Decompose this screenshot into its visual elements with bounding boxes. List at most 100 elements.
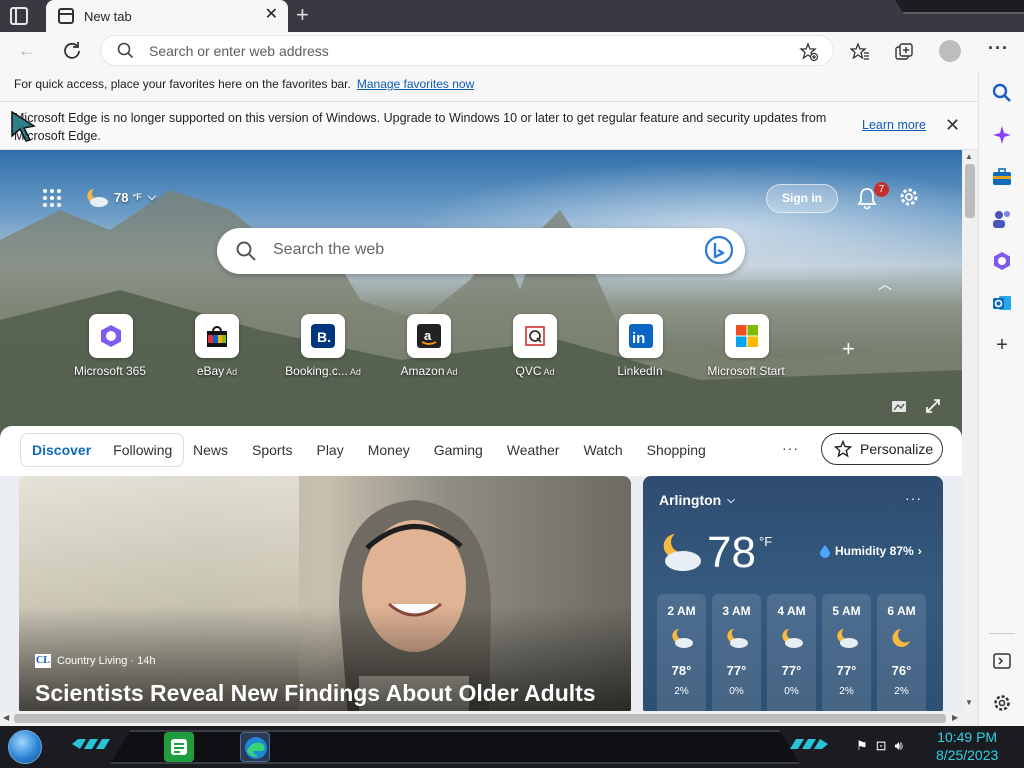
feed-link-sports[interactable]: Sports <box>252 442 292 458</box>
forecast-precip: 2% <box>674 686 689 697</box>
forecast-time: 2 AM <box>667 604 696 618</box>
quick-link-microsoft-start[interactable]: Microsoft Start <box>697 314 797 378</box>
humidity-drop-icon <box>820 545 830 558</box>
sidebar-settings-icon[interactable] <box>991 692 1013 714</box>
quick-link-microsoft-365[interactable]: Microsoft 365 <box>61 314 161 378</box>
close-tab-icon[interactable]: ✕ <box>265 7 278 23</box>
expand-image-icon[interactable] <box>925 398 941 414</box>
weather-chip[interactable]: 78 °F ⌵ <box>84 186 156 208</box>
web-search-input[interactable] <box>273 241 673 259</box>
settings-more-icon[interactable]: ··· <box>988 38 1009 59</box>
quick-link-label: Microsoft Start <box>707 364 785 378</box>
feed-link-shopping[interactable]: Shopping <box>647 442 706 458</box>
search-icon <box>117 42 134 59</box>
hourly-forecast: 2 AM 78° 2% 3 AM 77° 0% 4 AM 77° 0% 5 AM… <box>657 594 926 711</box>
edge-taskbar-icon[interactable] <box>240 732 270 762</box>
hourly-forecast-item[interactable]: 4 AM 77° 0% <box>767 594 816 711</box>
favorites-icon[interactable] <box>850 42 870 62</box>
horizontal-scroll-thumb[interactable] <box>14 714 946 723</box>
tab-following[interactable]: Following <box>102 442 183 458</box>
feed-link-watch[interactable]: Watch <box>583 442 622 458</box>
vertical-scroll-thumb[interactable] <box>965 164 975 218</box>
featured-article-card[interactable]: CL Country Living · 14h Scientists Revea… <box>19 476 631 711</box>
feed-link-money[interactable]: Money <box>368 442 410 458</box>
add-quick-link-button[interactable]: + <box>842 338 855 360</box>
weather-humidity[interactable]: Humidity 87% › <box>819 544 922 558</box>
hourly-forecast-item[interactable]: 3 AM 77° 0% <box>712 594 761 711</box>
personalize-button[interactable]: Personalize <box>821 433 943 465</box>
notification-count-badge: 7 <box>874 182 889 197</box>
image-info-icon[interactable] <box>891 398 907 414</box>
copilot-sparkle-icon[interactable] <box>991 124 1013 146</box>
tab-title: New tab <box>84 9 132 24</box>
amazon-logo-icon: a <box>417 324 441 348</box>
back-icon[interactable]: ← <box>18 40 36 61</box>
feed-link-weather[interactable]: Weather <box>507 442 560 458</box>
sign-in-button[interactable]: Sign in <box>766 184 838 213</box>
chevron-up-icon[interactable]: ︿ <box>878 274 892 294</box>
horizontal-scrollbar[interactable]: ◀ ▶ <box>0 711 978 726</box>
refresh-icon[interactable] <box>62 40 82 60</box>
feed-tab-group: Discover Following <box>20 433 185 467</box>
weather-card[interactable]: Arlington ⌵ ··· 78 °F Humidity 87% › 2 A… <box>643 476 943 711</box>
chevron-down-icon: ⌵ <box>727 494 735 506</box>
volume-icon[interactable]: 🔊︎ <box>895 738 903 754</box>
add-favorite-icon[interactable] <box>799 42 819 62</box>
collections-icon[interactable] <box>894 42 914 62</box>
forecast-time: 4 AM <box>777 604 806 618</box>
quick-link-linkedin[interactable]: in LinkedIn <box>591 314 691 378</box>
tools-briefcase-icon[interactable] <box>991 166 1013 188</box>
quick-link-booking[interactable]: B. Booking.c... Ad <box>273 314 373 378</box>
apps-grid-icon[interactable] <box>42 188 62 208</box>
games-people-icon[interactable] <box>991 208 1013 230</box>
page-settings-gear-icon[interactable] <box>898 186 920 208</box>
tab-actions-icon[interactable] <box>10 7 28 25</box>
web-search-box[interactable] <box>217 228 745 274</box>
hourly-forecast-item[interactable]: 6 AM 76° 2% <box>877 594 926 711</box>
scroll-up-arrow-icon[interactable]: ▲ <box>965 152 973 161</box>
new-tab-button[interactable]: + <box>296 4 309 26</box>
microsoft-365-icon[interactable] <box>991 250 1013 272</box>
scroll-left-arrow-icon[interactable]: ◀ <box>3 713 9 722</box>
notes-app-icon[interactable] <box>164 732 194 762</box>
hourly-forecast-item[interactable]: 5 AM 77° 2% <box>822 594 871 711</box>
bing-chat-icon[interactable] <box>703 235 735 267</box>
weather-temp-unit: °F <box>759 534 773 549</box>
forecast-precip: 2% <box>894 686 909 697</box>
close-infobar-icon[interactable]: ✕ <box>945 116 960 134</box>
search-icon[interactable] <box>991 82 1013 104</box>
manage-favorites-link[interactable]: Manage favorites now <box>357 77 474 91</box>
feed-link-gaming[interactable]: Gaming <box>434 442 483 458</box>
feed-link-play[interactable]: Play <box>316 442 343 458</box>
learn-more-link[interactable]: Learn more <box>862 118 926 132</box>
action-center-flag-icon[interactable]: ⚑ <box>856 738 868 754</box>
quick-link-qvc[interactable]: QVC Ad <box>485 314 585 378</box>
weather-more-options-icon[interactable]: ··· <box>905 490 922 506</box>
scroll-right-arrow-icon[interactable]: ▶ <box>952 713 958 722</box>
quick-link-label: Microsoft 365 <box>73 364 147 378</box>
hide-sidebar-icon[interactable] <box>991 650 1013 672</box>
network-icon[interactable]: ⊡ <box>876 738 887 754</box>
quick-link-amazon[interactable]: a Amazon Ad <box>379 314 479 378</box>
more-categories-button[interactable]: ··· <box>782 440 799 456</box>
outlook-icon[interactable] <box>991 292 1013 314</box>
address-bar[interactable] <box>100 35 834 66</box>
add-sidebar-app-icon[interactable]: + <box>991 334 1013 356</box>
taskbar-clock[interactable]: 10:49 PM 8/25/2023 <box>936 728 998 764</box>
weather-location[interactable]: Arlington ⌵ <box>659 492 735 508</box>
feed-link-news[interactable]: News <box>193 442 228 458</box>
forecast-time: 5 AM <box>832 604 861 618</box>
vertical-scrollbar[interactable]: ▲ ▼ <box>962 150 978 711</box>
start-button[interactable] <box>8 730 42 764</box>
hourly-forecast-item[interactable]: 2 AM 78° 2% <box>657 594 706 711</box>
quick-link-label: eBay <box>196 364 225 378</box>
forecast-temp: 77° <box>726 663 747 678</box>
article-headline[interactable]: Scientists Reveal New Findings About Old… <box>35 680 596 707</box>
quick-link-label: QVC <box>515 364 542 378</box>
profile-avatar-icon[interactable] <box>939 40 961 62</box>
tab-new-tab[interactable]: New tab ✕ <box>46 0 288 32</box>
scroll-down-arrow-icon[interactable]: ▼ <box>965 698 973 707</box>
address-input[interactable] <box>149 43 749 59</box>
tab-discover[interactable]: Discover <box>21 442 102 458</box>
quick-link-ebay[interactable]: eBay Ad <box>167 314 267 378</box>
